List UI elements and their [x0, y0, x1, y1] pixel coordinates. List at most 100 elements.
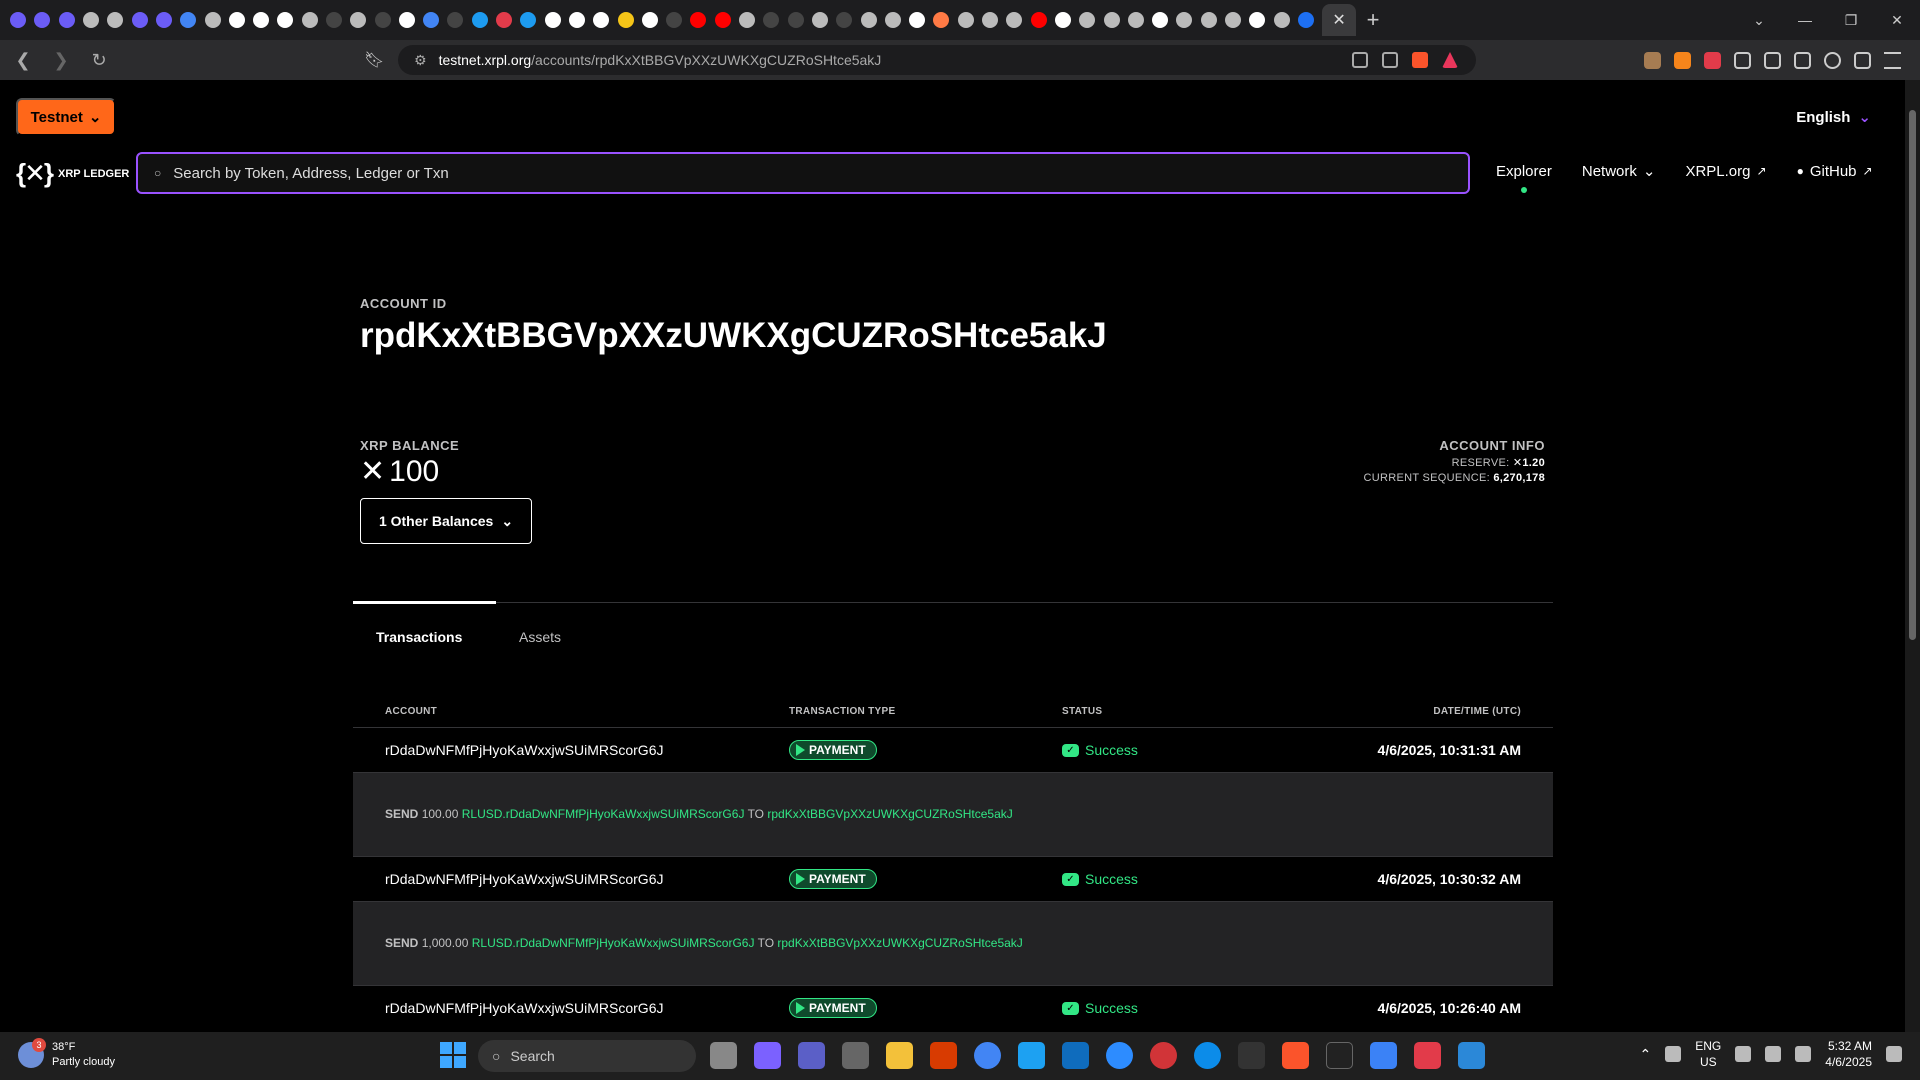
bookmark-icon[interactable]: 🔖︎	[364, 50, 384, 70]
browser-tab[interactable]	[1075, 0, 1099, 40]
browser-tab[interactable]	[468, 0, 492, 40]
leo-ai-icon[interactable]	[1824, 52, 1841, 69]
browser-tab[interactable]	[1221, 0, 1245, 40]
browser-tab[interactable]	[346, 0, 370, 40]
browser-tab[interactable]	[395, 0, 419, 40]
microsoft-365-icon[interactable]	[930, 1042, 957, 1069]
browser-tab[interactable]	[55, 0, 79, 40]
app-icon[interactable]	[1150, 1042, 1177, 1069]
task-view-icon[interactable]	[710, 1042, 737, 1069]
browser-tab[interactable]	[905, 0, 929, 40]
file-explorer-icon[interactable]	[886, 1042, 913, 1069]
browser-tab[interactable]	[832, 0, 856, 40]
browser-tab[interactable]	[298, 0, 322, 40]
tab-search-icon[interactable]: ⌄	[1736, 0, 1782, 40]
browser-tab[interactable]	[200, 0, 224, 40]
new-tab-button[interactable]: +	[1356, 0, 1390, 40]
tab-assets[interactable]: Assets	[519, 629, 561, 645]
browser-tab[interactable]	[225, 0, 249, 40]
close-window-button[interactable]: ✕	[1874, 0, 1920, 40]
browser-tab[interactable]	[1124, 0, 1148, 40]
search-input[interactable]	[173, 164, 1374, 182]
browser-tab[interactable]	[638, 0, 662, 40]
extension-icon[interactable]	[1704, 52, 1721, 69]
browser-tab[interactable]	[1269, 0, 1293, 40]
outlook-icon[interactable]	[1062, 1042, 1089, 1069]
browser-tab[interactable]	[103, 0, 127, 40]
address-bar[interactable]: ⚙ testnet.xrpl.org/accounts/rpdKxXtBBGVp…	[398, 45, 1476, 75]
xrpl-logo[interactable]: {✕} XRP LEDGER	[16, 158, 129, 189]
sidebar-icon[interactable]	[1764, 52, 1781, 69]
browser-tab[interactable]	[1245, 0, 1269, 40]
browser-tab[interactable]	[1197, 0, 1221, 40]
brave-shield-icon[interactable]	[1412, 52, 1428, 68]
reload-button[interactable]: ↻	[84, 45, 114, 75]
nav-explorer[interactable]: Explorer	[1496, 163, 1552, 193]
app-icon[interactable]	[1326, 1042, 1353, 1069]
browser-tab[interactable]	[1294, 0, 1318, 40]
app-icon[interactable]	[1018, 1042, 1045, 1069]
browser-tab[interactable]	[322, 0, 346, 40]
copilot-icon[interactable]	[754, 1042, 781, 1069]
browser-tab[interactable]	[735, 0, 759, 40]
brave-rewards-icon[interactable]	[1442, 52, 1458, 68]
chrome-icon[interactable]	[974, 1042, 1001, 1069]
extension-icon[interactable]	[1644, 52, 1661, 69]
browser-tab[interactable]	[613, 0, 637, 40]
back-button[interactable]: ❮	[8, 45, 38, 75]
cast-icon[interactable]	[1352, 52, 1368, 68]
app-icon[interactable]	[1458, 1042, 1485, 1069]
browser-tab[interactable]	[929, 0, 953, 40]
search-bar[interactable]: ○	[136, 152, 1470, 194]
terminal-icon[interactable]	[1238, 1042, 1265, 1069]
browser-tab[interactable]	[808, 0, 832, 40]
browser-tab[interactable]	[273, 0, 297, 40]
browser-tab[interactable]	[759, 0, 783, 40]
browser-tab[interactable]	[541, 0, 565, 40]
browser-tab[interactable]	[443, 0, 467, 40]
browser-tab[interactable]	[492, 0, 516, 40]
active-tab-close-button[interactable]: ✕	[1322, 4, 1357, 36]
browser-tab[interactable]	[589, 0, 613, 40]
browser-tab[interactable]	[711, 0, 735, 40]
browser-tab[interactable]	[565, 0, 589, 40]
table-row[interactable]: rDdaDwNFMfPjHyoKaWxxjwSUiMRScorG6J PAYME…	[353, 857, 1553, 901]
browser-tab[interactable]	[686, 0, 710, 40]
nav-network[interactable]: Network ⌄	[1582, 162, 1656, 181]
browser-tab[interactable]	[370, 0, 394, 40]
notification-icon[interactable]	[1886, 1046, 1902, 1062]
app-icon[interactable]	[1414, 1042, 1441, 1069]
volume-icon[interactable]	[1765, 1046, 1782, 1062]
browser-tab[interactable]	[1051, 0, 1075, 40]
row-account[interactable]: rDdaDwNFMfPjHyoKaWxxjwSUiMRScorG6J	[385, 1000, 663, 1016]
currency-link[interactable]: RLUSD.rDdaDwNFMfPjHyoKaWxxjwSUiMRScorG6J	[462, 807, 745, 821]
browser-tab[interactable]	[1172, 0, 1196, 40]
chevron-up-icon[interactable]: ⌃	[1640, 1046, 1652, 1063]
browser-tab[interactable]	[1026, 0, 1050, 40]
battery-icon[interactable]	[1795, 1046, 1812, 1062]
share-icon[interactable]	[1382, 52, 1398, 68]
browser-tab[interactable]	[249, 0, 273, 40]
browser-tab[interactable]	[784, 0, 808, 40]
browser-tab[interactable]	[152, 0, 176, 40]
browser-tab[interactable]	[1002, 0, 1026, 40]
brave-icon[interactable]	[1282, 1042, 1309, 1069]
puzzle-icon[interactable]	[1734, 52, 1751, 69]
nav-github[interactable]: ● GitHub ↗	[1797, 163, 1873, 180]
network-selector-button[interactable]: Testnet ⌄	[16, 98, 116, 136]
browser-tab[interactable]	[419, 0, 443, 40]
taskbar-search[interactable]: ○ Search	[478, 1040, 696, 1072]
other-balances-dropdown[interactable]: 1 Other Balances ⌄	[360, 498, 532, 544]
forward-button[interactable]: ❯	[46, 45, 76, 75]
language-selector[interactable]: English ⌄	[1796, 108, 1871, 127]
browser-tab[interactable]	[1148, 0, 1172, 40]
browser-tab[interactable]	[881, 0, 905, 40]
browser-tab[interactable]	[856, 0, 880, 40]
browser-tab[interactable]	[978, 0, 1002, 40]
currency-link[interactable]: RLUSD.rDdaDwNFMfPjHyoKaWxxjwSUiMRScorG6J	[472, 936, 755, 950]
zoom-icon[interactable]	[1106, 1042, 1133, 1069]
edge-icon[interactable]	[1194, 1042, 1221, 1069]
row-account[interactable]: rDdaDwNFMfPjHyoKaWxxjwSUiMRScorG6J	[385, 871, 663, 887]
site-info-icon[interactable]: ⚙	[414, 52, 427, 69]
browser-tab[interactable]	[6, 0, 30, 40]
